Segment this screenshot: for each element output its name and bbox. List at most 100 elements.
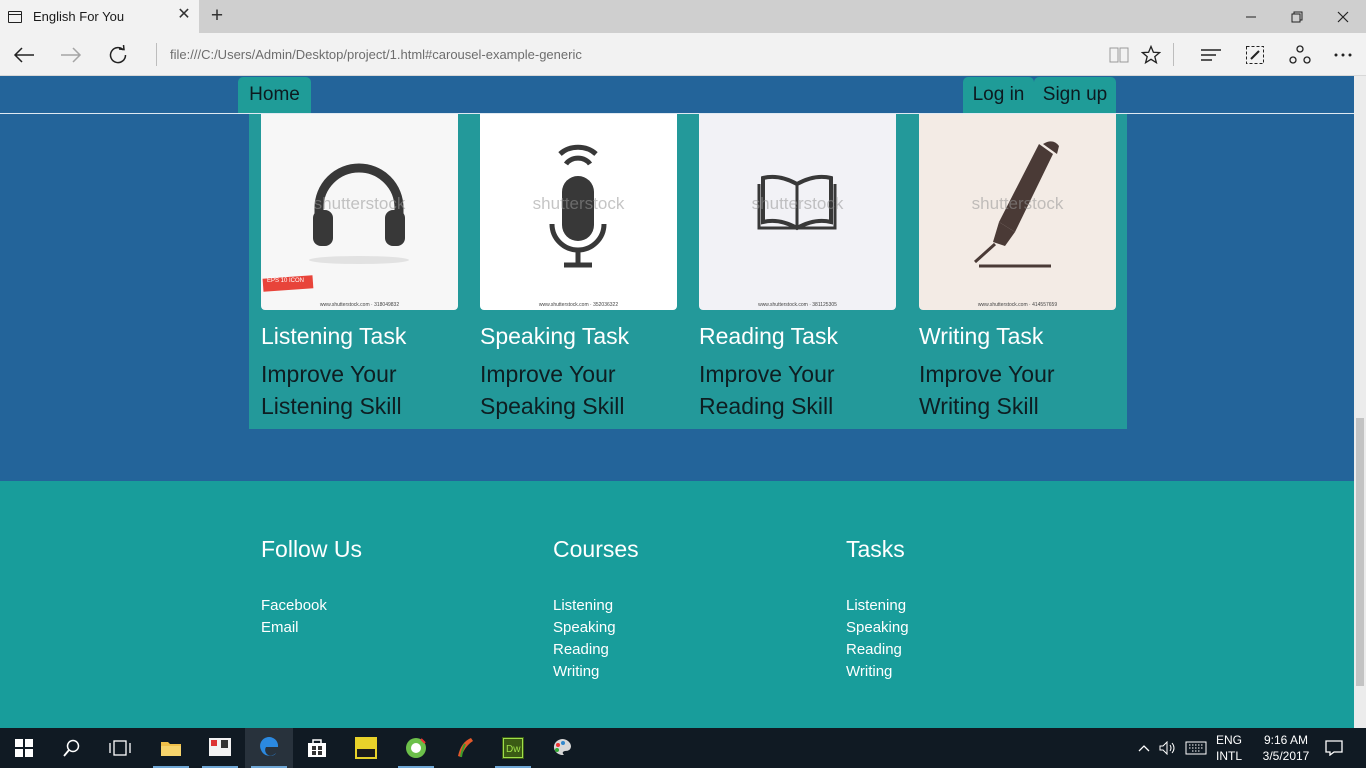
course-link-speaking[interactable]: Speaking <box>553 617 639 639</box>
url-field[interactable]: file:///C:/Users/Admin/Desktop/project/1… <box>170 47 582 62</box>
hub-button[interactable] <box>1188 33 1234 76</box>
card-description-line: Writing Skill <box>919 393 1039 419</box>
task-card-reading[interactable]: shutterstock www.shutterstock.com · 3811… <box>699 114 896 422</box>
close-window-button[interactable] <box>1320 0 1366 33</box>
new-tab-button[interactable]: + <box>205 5 229 27</box>
writing-image[interactable]: shutterstock www.shutterstock.com · 4145… <box>919 114 1116 310</box>
favorite-button[interactable] <box>1128 33 1174 76</box>
course-link-writing[interactable]: Writing <box>553 661 639 683</box>
login-link[interactable]: Log in <box>963 77 1034 113</box>
task-link-speaking[interactable]: Speaking <box>846 617 909 639</box>
task-link-writing[interactable]: Writing <box>846 661 909 683</box>
card-title: Writing Task <box>919 323 1044 349</box>
keyboard-button[interactable] <box>1185 728 1207 768</box>
card-description: Improve Your Listening Skill <box>261 358 458 422</box>
listening-image[interactable]: shutterstock EPS 10 ICON www.shutterstoc… <box>261 114 458 310</box>
media-player-button[interactable] <box>392 728 440 768</box>
app-icon <box>209 738 231 756</box>
hub-icon <box>1201 48 1221 61</box>
edge-icon <box>260 737 279 756</box>
close-icon <box>1337 11 1349 22</box>
language-indicator[interactable]: ENG INTL <box>1216 728 1242 768</box>
close-tab-icon[interactable]: ✕ <box>177 7 191 23</box>
restore-button[interactable] <box>1274 0 1320 33</box>
task-card-writing[interactable]: shutterstock www.shutterstock.com · 4145… <box>919 114 1116 422</box>
reading-image[interactable]: shutterstock www.shutterstock.com · 3811… <box>699 114 896 310</box>
card-description: Improve Your Writing Skill <box>919 358 1116 422</box>
action-center-button[interactable] <box>1322 728 1346 768</box>
course-link-listening[interactable]: Listening <box>553 595 639 617</box>
feather-icon <box>458 738 473 758</box>
task-card-listening[interactable]: shutterstock EPS 10 ICON www.shutterstoc… <box>261 114 458 422</box>
url-separator <box>156 43 157 66</box>
signup-link[interactable]: Sign up <box>1034 77 1116 113</box>
pes-game-icon <box>355 737 377 759</box>
card-title: Listening Task <box>261 323 407 349</box>
star-icon <box>1141 44 1161 64</box>
page-scrollbar[interactable] <box>1354 76 1366 728</box>
email-link[interactable]: Email <box>261 617 362 639</box>
clock-time: 9:16 AM <box>1263 733 1309 747</box>
forward-button[interactable] <box>47 33 94 76</box>
task-link-listening[interactable]: Listening <box>846 595 909 617</box>
restore-icon <box>1291 11 1303 22</box>
start-button[interactable] <box>0 728 48 768</box>
facebook-link[interactable]: Facebook <box>261 595 362 617</box>
tab-title: English For You <box>33 9 125 24</box>
task-view-button[interactable] <box>96 728 144 768</box>
search-button[interactable] <box>48 728 96 768</box>
palette-icon <box>553 738 571 756</box>
share-icon <box>1289 44 1311 64</box>
card-title: Speaking Task <box>480 323 630 349</box>
web-note-button[interactable] <box>1232 33 1278 76</box>
card-description-line: Speaking Skill <box>480 393 625 419</box>
browser-tab[interactable]: English For You ✕ <box>0 0 199 33</box>
scrollbar-thumb[interactable] <box>1356 418 1364 686</box>
stock-id: www.shutterstock.com · 381125305 <box>758 302 837 308</box>
file-explorer-button[interactable] <box>147 728 195 768</box>
tasks-panel: shutterstock EPS 10 ICON www.shutterstoc… <box>249 114 1127 429</box>
forward-arrow-icon <box>60 46 81 63</box>
card-description-line: Improve Your <box>699 361 835 387</box>
minimize-button[interactable] <box>1228 0 1274 33</box>
reading-view-icon <box>1109 47 1129 62</box>
watermark: shutterstock <box>313 194 406 213</box>
dreamweaver-button[interactable]: Dw <box>489 728 537 768</box>
store-icon <box>308 739 326 757</box>
eps-badge: EPS 10 ICON <box>267 278 305 284</box>
back-button[interactable] <box>0 33 47 76</box>
media-player-icon <box>406 738 426 758</box>
footer-heading: Follow Us <box>261 536 362 562</box>
page-icon <box>8 10 22 23</box>
task-card-speaking[interactable]: shutterstock www.shutterstock.com · 3520… <box>480 114 677 422</box>
card-description-line: Improve Your <box>261 361 397 387</box>
volume-button[interactable] <box>1159 728 1177 768</box>
minimize-icon <box>1246 16 1256 17</box>
more-button[interactable] <box>1320 33 1366 76</box>
footer-heading: Courses <box>553 536 639 562</box>
task-link-reading[interactable]: Reading <box>846 639 909 661</box>
show-hidden-icons-button[interactable] <box>1138 728 1150 768</box>
refresh-button[interactable] <box>94 33 141 76</box>
speaking-image[interactable]: shutterstock www.shutterstock.com · 3520… <box>480 114 677 310</box>
clock[interactable]: 9:16 AM 3/5/2017 <box>1256 728 1316 768</box>
card-description: Improve Your Reading Skill <box>699 358 896 422</box>
search-icon <box>63 739 80 757</box>
footer-courses-column: Courses Listening Speaking Reading Writi… <box>553 536 639 683</box>
course-link-reading[interactable]: Reading <box>553 639 639 661</box>
watermark: shutterstock <box>532 194 625 213</box>
app-button[interactable] <box>196 728 244 768</box>
paint-app-button[interactable] <box>441 728 489 768</box>
share-button[interactable] <box>1277 33 1323 76</box>
windows-icon <box>15 739 33 757</box>
store-button[interactable] <box>293 728 341 768</box>
paint-button[interactable] <box>538 728 586 768</box>
pes-game-button[interactable] <box>342 728 390 768</box>
card-description-line: Listening Skill <box>261 393 402 419</box>
home-link[interactable]: Home <box>238 77 311 113</box>
notification-icon <box>1325 740 1343 756</box>
toolbar-separator <box>1173 43 1174 66</box>
card-title: Reading Task <box>699 323 838 349</box>
edge-button[interactable] <box>245 728 293 768</box>
address-bar: file:///C:/Users/Admin/Desktop/project/1… <box>0 33 1366 76</box>
